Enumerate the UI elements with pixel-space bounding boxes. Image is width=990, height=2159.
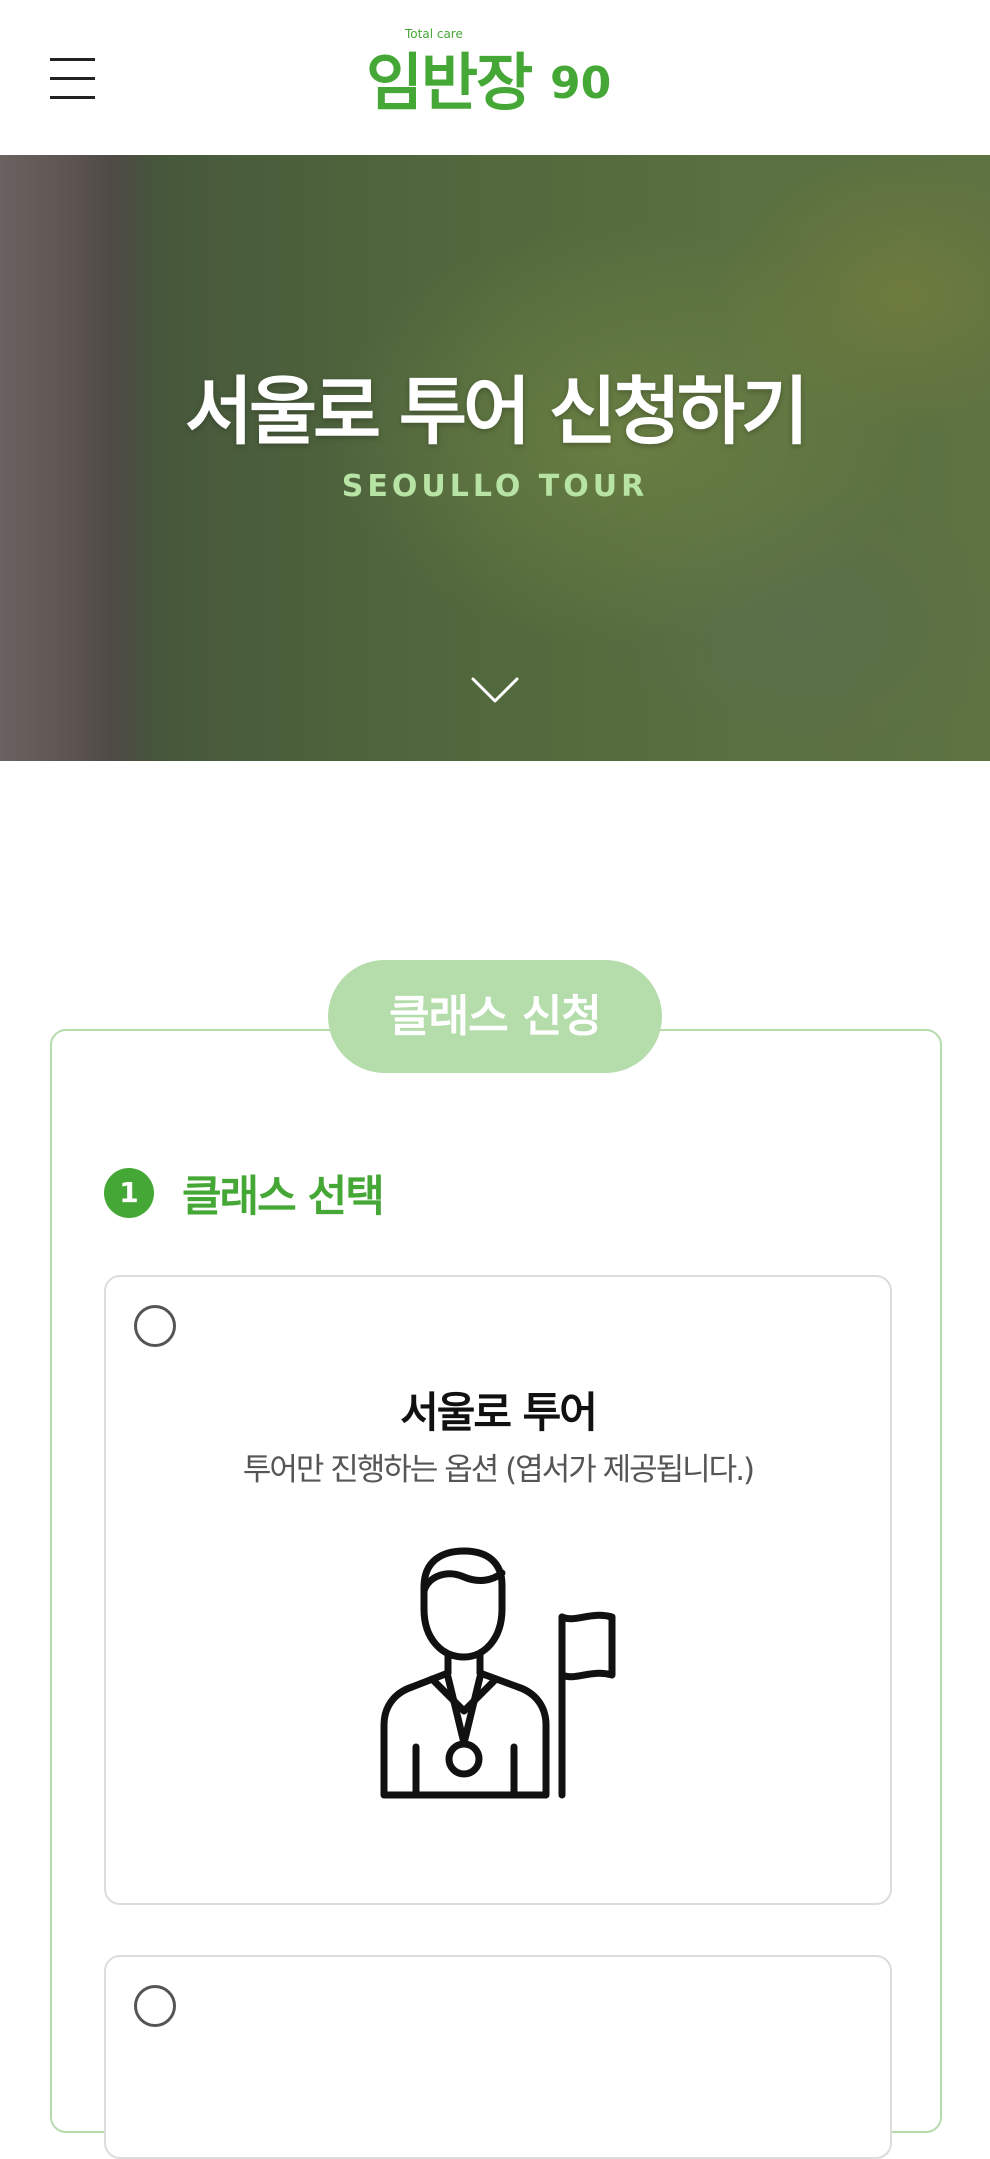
hero-subtitle: SEOULLO TOUR [341,469,649,504]
class-option-title: 서울로 투어 [400,1388,598,1437]
hero-banner: 서울로 투어 신청하기 SEOULLO TOUR [0,155,990,761]
logo-text: 임반장 [366,46,532,119]
class-option-card-seoullo-tour[interactable]: 서울로 투어 투어만 진행하는 옵션 (엽서가 제공됩니다.) [104,1275,892,1905]
hero-title: 서울로 투어 신청하기 [184,369,809,455]
class-option-card-2[interactable] [104,1955,892,2159]
class-option-radio[interactable] [134,1305,176,1347]
class-option-radio[interactable] [134,1985,176,2027]
site-logo[interactable]: Total care 임반장 90 [360,22,630,126]
step-header: 1 클래스 선택 [104,1166,385,1222]
step-number-badge: 1 [104,1168,154,1218]
logo-suffix: 90 [550,58,611,109]
step-title: 클래스 선택 [182,1172,385,1222]
tour-guide-with-flag-icon [380,1547,616,1799]
chevron-down-icon[interactable] [470,675,520,705]
site-header: Total care 임반장 90 [0,0,990,156]
class-option-description: 투어만 진행하는 옵션 (엽서가 제공됩니다.) [242,1452,755,1488]
logo-small-text: Total care [404,27,463,41]
class-application-pill: 클래스 신청 [328,960,662,1073]
hero-background-trunk [0,155,160,761]
hamburger-menu-icon[interactable] [50,58,95,100]
